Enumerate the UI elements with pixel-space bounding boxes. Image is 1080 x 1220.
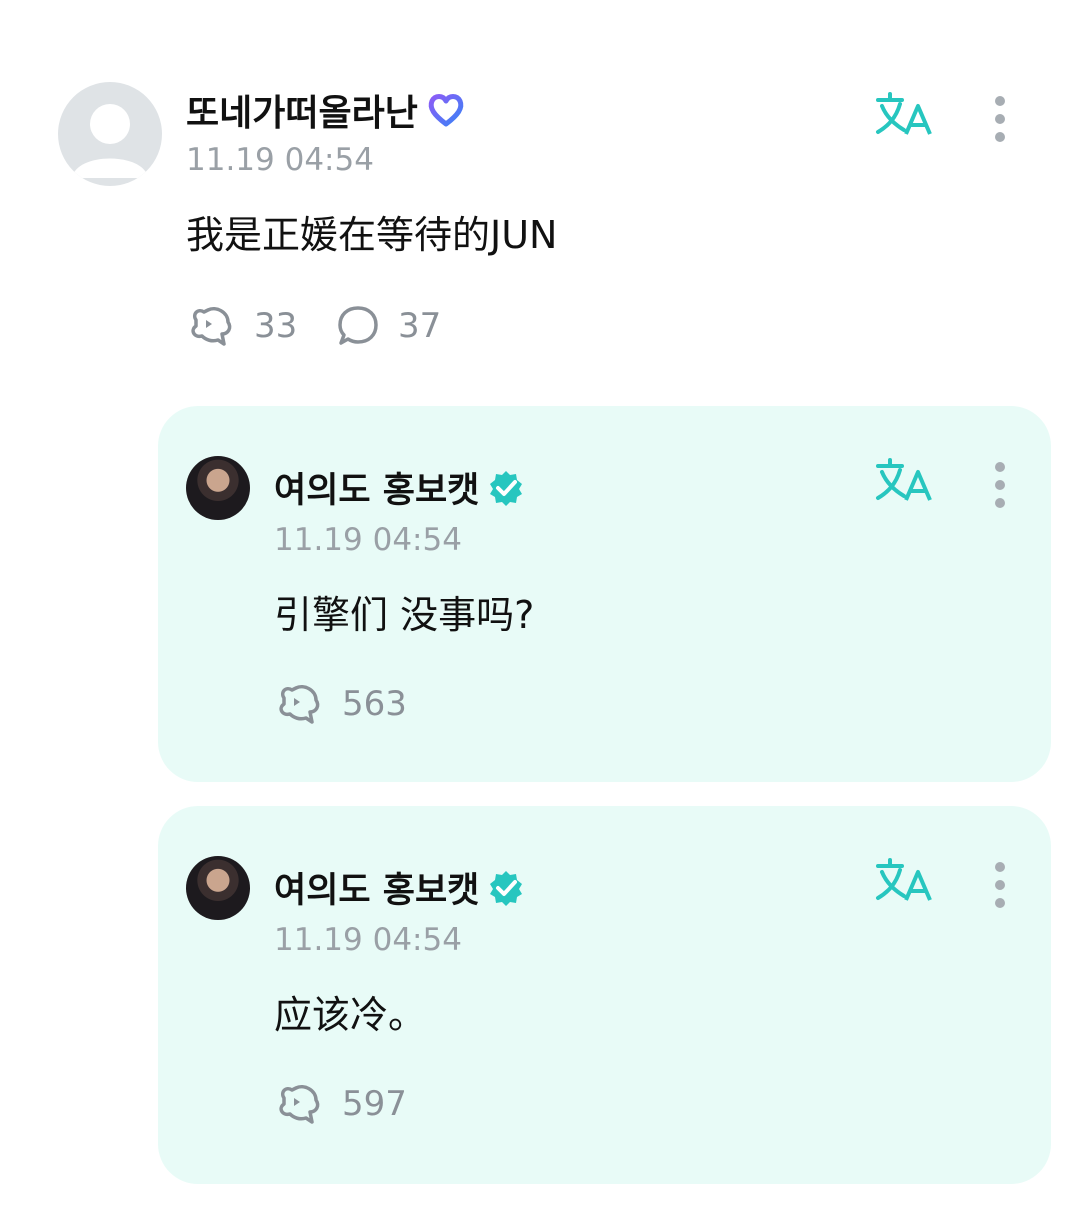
default-avatar[interactable]: [58, 82, 162, 186]
post-comment-count: 37: [398, 306, 442, 346]
reply-card: 여의도 홍보캣 11.19 04:54 引擎们 没事吗? 563: [158, 406, 1051, 782]
cheer-icon: [191, 307, 232, 346]
reply-text: 应该冷。: [274, 993, 427, 1037]
cheer-icon: [279, 1085, 320, 1124]
post-author-name: 또네가떠올라난: [186, 93, 418, 134]
reply-timestamp: 11.19 04:54: [274, 922, 462, 958]
post-like-stat[interactable]: 33: [188, 304, 297, 348]
translate-icon: [876, 458, 932, 501]
dot: [995, 880, 1005, 890]
dot: [995, 462, 1005, 472]
translate-icon: [876, 858, 932, 901]
dot: [995, 96, 1005, 106]
reply-like-stat[interactable]: 563: [276, 682, 407, 726]
dot: [995, 862, 1005, 872]
post-comment-stat[interactable]: 37: [336, 304, 441, 348]
heart-icon: [428, 94, 464, 127]
reply-card: 여의도 홍보캣 11.19 04:54 应该冷。 597: [158, 806, 1051, 1184]
post-author[interactable]: 또네가떠올라난: [186, 84, 466, 136]
main-post: 또네가떠올라난 11.19 04:54 我是正媛在等待的JUN 33 37: [0, 0, 1080, 390]
post-like-count: 33: [254, 306, 298, 346]
comment-icon: [338, 306, 378, 345]
reply-author-name: 여의도 홍보캣: [274, 871, 480, 911]
reply-timestamp: 11.19 04:54: [274, 522, 462, 558]
dot: [995, 132, 1005, 142]
reply-author[interactable]: 여의도 홍보캣: [274, 462, 525, 513]
avatar[interactable]: [186, 456, 250, 520]
more-options-button[interactable]: [990, 862, 1010, 912]
dot: [995, 114, 1005, 124]
verified-badge-icon: [490, 470, 523, 506]
avatar[interactable]: [186, 856, 250, 920]
translate-button[interactable]: [874, 458, 934, 506]
reply-author-name: 여의도 홍보캣: [274, 471, 480, 511]
verified-badge-icon: [490, 870, 523, 906]
person-icon: [72, 104, 148, 178]
post-timestamp: 11.19 04:54: [186, 142, 374, 178]
post-text: 我是正媛在等待的JUN: [186, 213, 558, 257]
reply-author[interactable]: 여의도 홍보캣: [274, 862, 525, 913]
more-options-button[interactable]: [990, 462, 1010, 512]
reply-like-count: 597: [342, 1084, 407, 1124]
reply-like-stat[interactable]: 597: [276, 1082, 407, 1126]
reply-like-count: 563: [342, 684, 407, 724]
translate-icon: [876, 92, 932, 135]
translate-button[interactable]: [874, 92, 934, 140]
more-options-button[interactable]: [990, 96, 1010, 146]
cheer-icon: [279, 685, 320, 724]
dot: [995, 498, 1005, 508]
dot: [995, 480, 1005, 490]
reply-text: 引擎们 没事吗?: [274, 593, 535, 637]
dot: [995, 898, 1005, 908]
translate-button[interactable]: [874, 858, 934, 906]
